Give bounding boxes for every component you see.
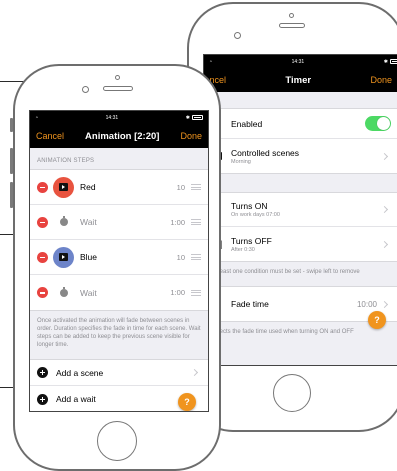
status-time: 14:31	[105, 114, 119, 121]
front-camera	[82, 86, 89, 93]
page-title: Animation [2:20]	[85, 130, 160, 142]
step-label: Wait	[80, 217, 97, 227]
reorder-handle-icon[interactable]	[191, 254, 201, 260]
fade-note: Selects the fade time used when turning …	[211, 329, 354, 335]
fade-time-label: Fade time	[231, 299, 269, 309]
fade-time-value: 10:00	[356, 299, 377, 309]
turns-off-label: Turns OFF	[231, 235, 272, 246]
plus-circle-icon	[37, 367, 48, 378]
reorder-handle-icon[interactable]	[191, 184, 201, 190]
delete-icon[interactable]	[37, 216, 48, 228]
home-button[interactable]	[273, 374, 311, 412]
tv-icon	[53, 246, 74, 268]
step-value: 10	[176, 182, 185, 192]
page-title: Timer	[285, 74, 312, 86]
timer-icon	[53, 212, 74, 233]
earpiece-speaker	[103, 86, 133, 91]
delete-icon[interactable]	[37, 181, 48, 193]
plus-circle-icon	[37, 393, 48, 405]
steps-note: Once activated the animation will fade b…	[37, 318, 201, 348]
chevron-right-icon	[380, 205, 389, 214]
nav-bar: Cancel Animation [2:20] Done	[30, 124, 208, 148]
chevron-right-icon	[380, 152, 389, 160]
chevron-right-icon	[380, 300, 389, 308]
home-button[interactable]	[97, 421, 137, 461]
status-bar: ◔ 14:31 ✱	[204, 55, 397, 68]
wifi-icon: ◔	[35, 114, 39, 121]
step-label: Red	[80, 182, 96, 192]
delete-icon[interactable]	[37, 251, 48, 263]
front-camera	[234, 32, 241, 39]
earpiece-speaker	[279, 23, 305, 28]
chevron-right-icon	[190, 368, 199, 377]
wifi-icon: ◔	[209, 58, 213, 65]
turns-on-value: On work days 07:00	[231, 212, 280, 218]
timer-icon	[53, 282, 74, 303]
timer-settings-group: Enabled Controlled scenes Morning	[204, 108, 397, 174]
conditions-note: At least one condition must be set - swi…	[211, 269, 360, 275]
list-item[interactable]: Wait 1:00	[30, 205, 208, 240]
controlled-scenes-row[interactable]: Controlled scenes Morning	[204, 139, 397, 173]
step-value: 10	[176, 252, 185, 262]
turns-off-row[interactable]: →| Turns OFF After 0:30	[204, 227, 397, 261]
enabled-label: Enabled	[231, 118, 263, 129]
nav-bar: Cancel Timer Done	[204, 68, 397, 92]
proximity-sensor	[289, 13, 294, 18]
proximity-sensor	[115, 75, 120, 80]
conditions-group: → Turns ON On work days 07:00 →| Turns O…	[204, 192, 397, 262]
section-header: ANIMATION STEPS	[37, 158, 95, 164]
status-bar: ◔ 14:31 ✱	[30, 111, 208, 124]
status-time: 14:31	[291, 58, 305, 65]
delete-icon[interactable]	[37, 287, 48, 298]
turns-on-row[interactable]: → Turns ON On work days 07:00	[204, 193, 397, 227]
done-button[interactable]: Done	[180, 131, 202, 141]
animation-steps-list: Red 10 Wait 1:00 Blue 10 Wait 1:00	[30, 169, 208, 311]
timer-screen: ◔ 14:31 ✱ Cancel Timer Done Enabled Cont…	[203, 54, 397, 366]
step-label: Wait	[80, 287, 97, 298]
controlled-scenes-value: Morning	[231, 158, 251, 165]
reorder-handle-icon[interactable]	[191, 289, 201, 296]
help-button[interactable]: ?	[178, 393, 196, 411]
tv-icon	[53, 176, 74, 198]
battery-icon: ✱	[384, 59, 397, 65]
help-button[interactable]: ?	[368, 311, 386, 329]
add-scene-button[interactable]: Add a scene	[30, 360, 208, 386]
animation-screen: ◔ 14:31 ✱ Cancel Animation [2:20] Done A…	[29, 110, 209, 412]
enabled-row: Enabled	[204, 109, 397, 139]
cancel-button[interactable]: Cancel	[36, 131, 64, 141]
list-item[interactable]: Blue 10	[30, 240, 208, 275]
controlled-scenes-label: Controlled scenes	[231, 147, 300, 158]
step-value: 1:00	[170, 217, 185, 227]
phone-animation: ◔ 14:31 ✱ Cancel Animation [2:20] Done A…	[13, 64, 221, 471]
add-scene-label: Add a scene	[56, 367, 104, 378]
step-value: 1:00	[170, 288, 185, 297]
turns-on-label: Turns ON	[231, 201, 268, 211]
reorder-handle-icon[interactable]	[191, 219, 201, 225]
chevron-right-icon	[380, 240, 389, 248]
step-label: Blue	[80, 252, 98, 262]
list-item[interactable]: Wait 1:00	[30, 275, 208, 310]
battery-icon: ✱	[186, 115, 203, 121]
turns-off-value: After 0:30	[231, 246, 255, 253]
list-item[interactable]: Red 10	[30, 170, 208, 205]
done-button[interactable]: Done	[370, 75, 392, 85]
enabled-toggle[interactable]	[365, 116, 391, 131]
